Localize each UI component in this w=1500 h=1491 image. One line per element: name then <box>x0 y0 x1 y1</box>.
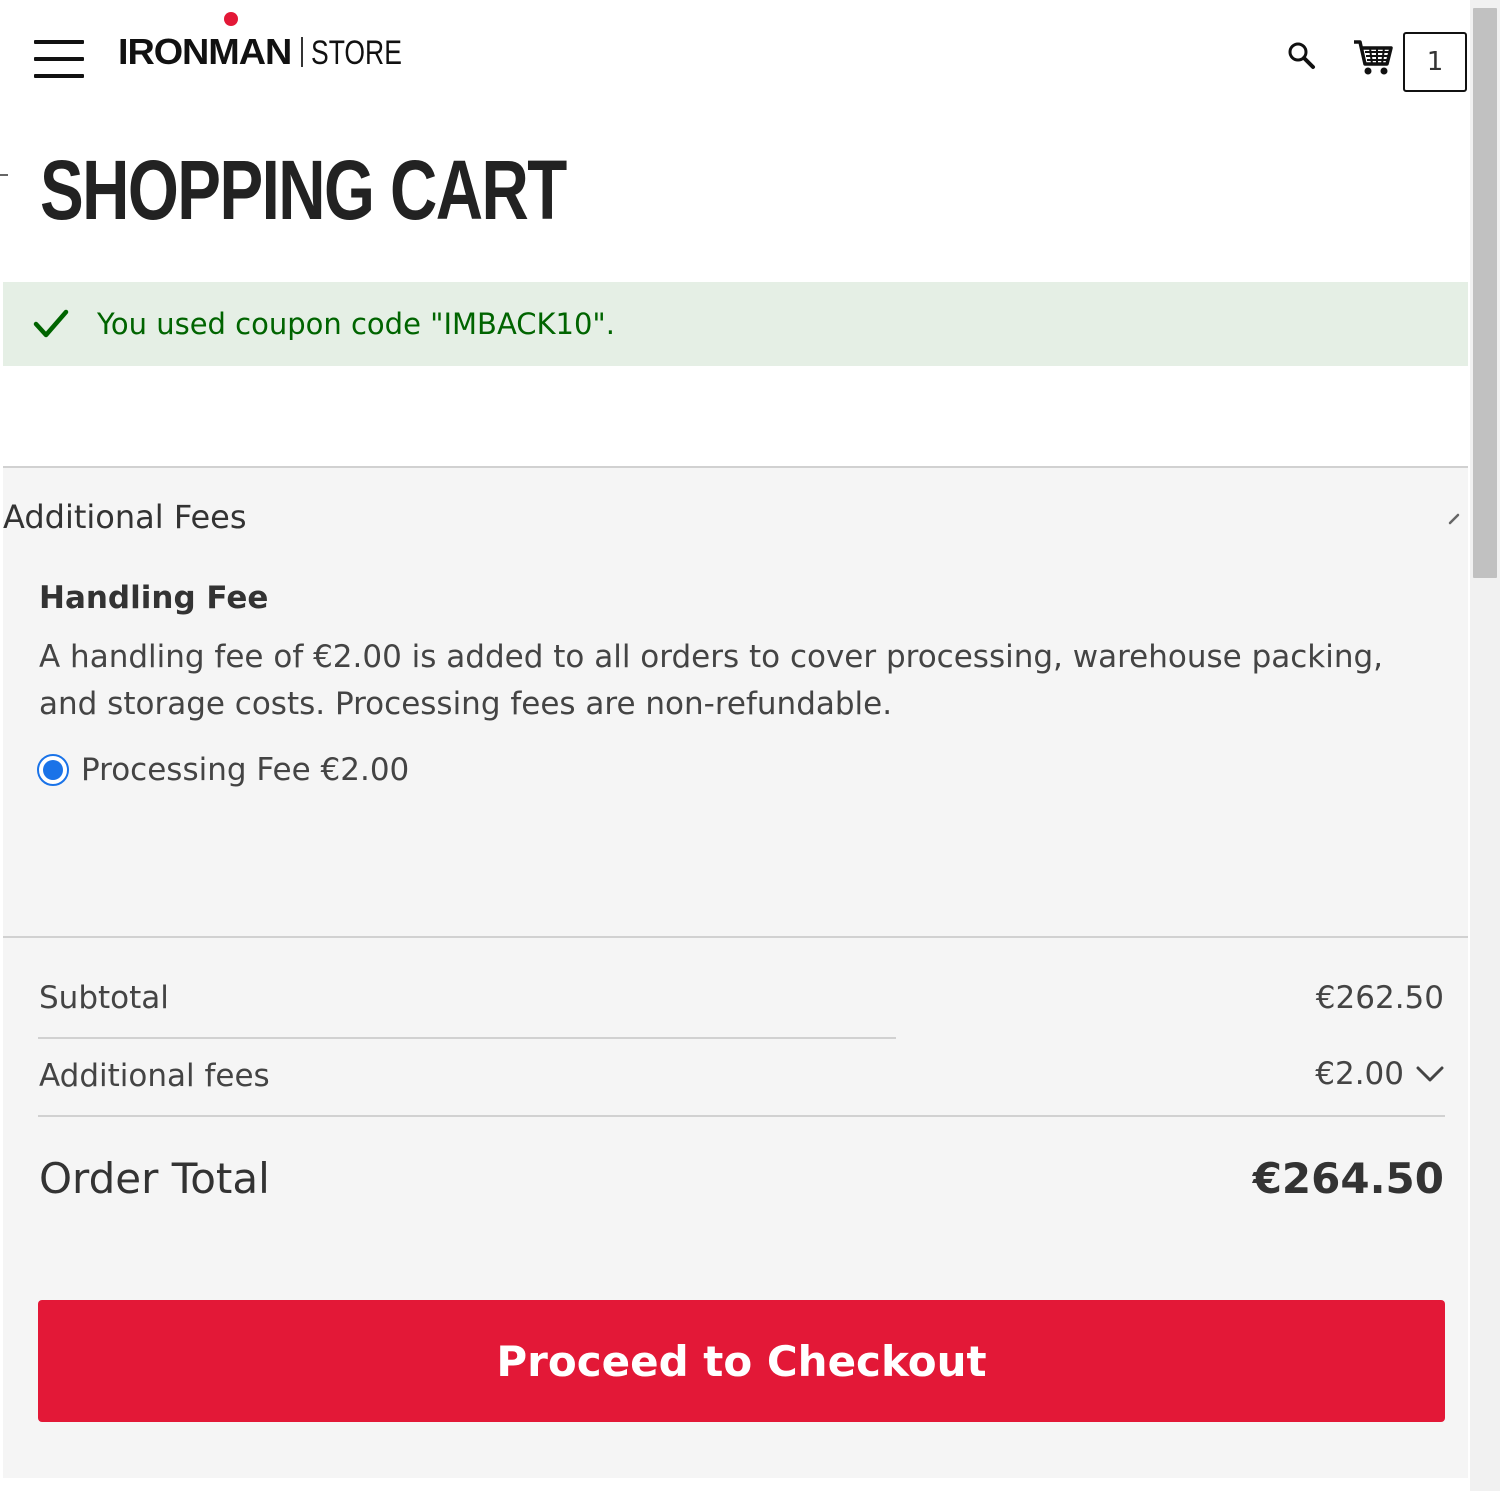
edge-marker <box>0 174 8 176</box>
chevron-down-icon <box>1416 1066 1444 1082</box>
logo-store: STORE <box>310 34 402 72</box>
check-icon <box>33 309 69 338</box>
radio-selected-dot <box>43 760 63 780</box>
divider <box>38 1115 1445 1117</box>
divider <box>3 936 1468 938</box>
handling-fee-description: A handling fee of €2.00 is added to all … <box>39 639 1384 722</box>
message-text: You used coupon code "IMBACK10". <box>97 307 615 341</box>
processing-fee-option[interactable]: Processing Fee €2.00 <box>37 752 409 788</box>
page-scrollbar[interactable] <box>1470 0 1500 1491</box>
coupon-success-message: You used coupon code "IMBACK10". <box>3 282 1468 366</box>
divider <box>38 1037 896 1039</box>
logo-brand: IRONMAN <box>118 31 292 72</box>
processing-fee-radio[interactable] <box>37 754 69 786</box>
subtotal-value: €262.50 <box>1315 980 1444 1016</box>
processing-fee-label: Processing Fee €2.00 <box>81 752 410 788</box>
site-header: IRONMAN STORE 1 <box>0 0 1470 120</box>
scrollbar-thumb[interactable] <box>1473 8 1497 578</box>
search-icon[interactable] <box>1286 40 1316 70</box>
cart-count-badge[interactable]: 1 <box>1403 32 1467 92</box>
additional-fees-toggle[interactable]: Additional Fees <box>3 498 247 536</box>
additional-fees-value: €2.00 <box>1315 1056 1404 1092</box>
proceed-to-checkout-button[interactable]: Proceed to Checkout <box>38 1300 1445 1422</box>
cart-icon[interactable] <box>1352 36 1394 78</box>
additional-fees-dropdown[interactable]: €2.00 <box>1315 1056 1444 1092</box>
subtotal-label: Subtotal <box>39 980 169 1016</box>
store-logo[interactable]: IRONMAN STORE <box>118 12 428 72</box>
logo-divider <box>300 37 303 67</box>
cart-summary: Additional Fees Handling Fee A handling … <box>3 466 1468 1478</box>
handling-fee-heading: Handling Fee <box>39 580 269 616</box>
chevron-up-icon[interactable] <box>1448 508 1468 528</box>
order-total-value: €264.50 <box>1252 1154 1444 1203</box>
order-total-label: Order Total <box>39 1154 270 1203</box>
logo-dot <box>224 12 238 26</box>
menu-icon[interactable] <box>34 40 84 78</box>
additional-fees-label: Additional fees <box>39 1058 270 1094</box>
page-title: SHOPPING CART <box>40 143 567 237</box>
